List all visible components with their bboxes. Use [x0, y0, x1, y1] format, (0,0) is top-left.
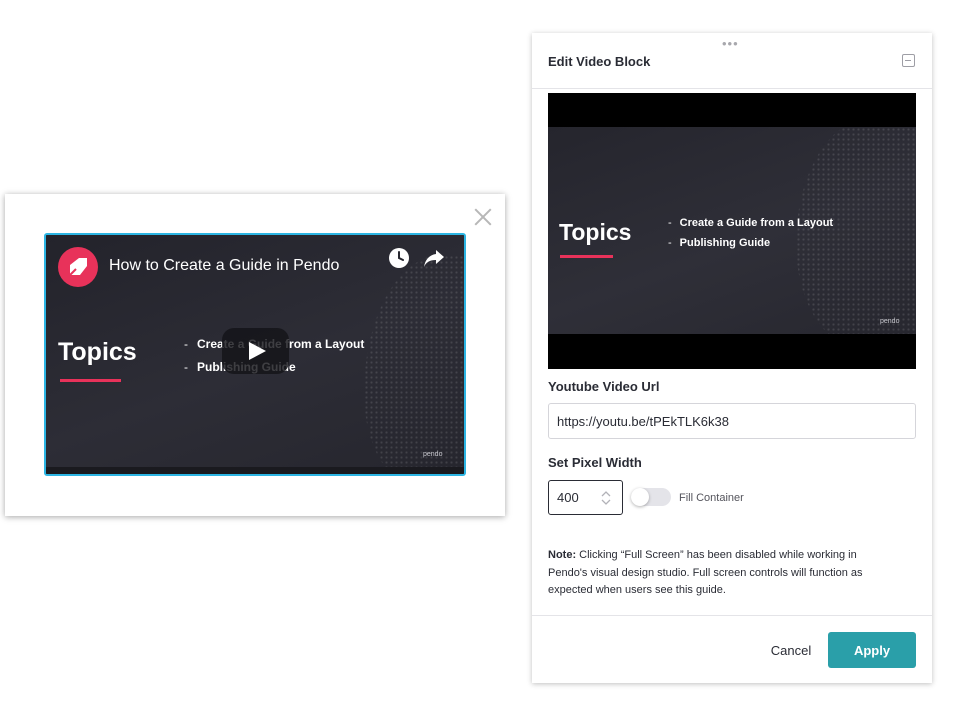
watch-later-icon[interactable]	[388, 247, 410, 269]
fill-container-toggle[interactable]	[631, 488, 671, 506]
guide-preview-card: How to Create a Guide in Pendo Topics -C…	[5, 194, 505, 516]
video-title[interactable]: How to Create a Guide in Pendo	[109, 257, 339, 275]
heading-underline	[560, 255, 613, 258]
close-icon[interactable]	[472, 206, 494, 228]
edit-video-block-panel: ••• Edit Video Block Topics - Create a Gu…	[532, 33, 932, 683]
topic-text: Create a Guide from a Layout	[679, 217, 834, 229]
video-player[interactable]: How to Create a Guide in Pendo Topics -C…	[46, 235, 464, 467]
decrement-icon[interactable]	[601, 499, 611, 507]
video-preview-slide: Topics - Create a Guide from a Layout - Pu…	[548, 127, 916, 334]
topic-item: -Publishing Guide	[668, 237, 771, 249]
panel-title: Edit Video Block	[548, 54, 651, 69]
increment-icon[interactable]	[601, 490, 611, 498]
fill-container-label: Fill Container	[679, 492, 744, 504]
video-preview: Topics - Create a Guide from a Layout - Pu…	[548, 93, 916, 369]
share-icon[interactable]	[423, 248, 445, 268]
full-screen-note: Note: Clicking “Full Screen” has been di…	[548, 547, 898, 600]
topic-text: Publishing Guide	[679, 237, 771, 249]
slide-background-pattern	[364, 255, 464, 467]
note-text: Clicking “Full Screen” has been disabled…	[548, 549, 863, 596]
pixel-width-label: Set Pixel Width	[548, 455, 642, 470]
slide-background-pattern	[796, 127, 916, 334]
apply-button[interactable]: Apply	[828, 632, 916, 668]
heading-underline	[60, 379, 121, 382]
slide-heading: Topics	[58, 338, 137, 366]
video-block[interactable]: How to Create a Guide in Pendo Topics -C…	[44, 233, 466, 476]
pixel-width-input[interactable]	[549, 481, 599, 514]
drag-handle-icon[interactable]: •••	[722, 37, 739, 50]
topic-item: -Create a Guide from a Layout	[668, 217, 834, 229]
pendo-watermark: pendo	[880, 318, 900, 325]
footer-divider	[532, 615, 932, 616]
cancel-button[interactable]: Cancel	[756, 632, 826, 668]
youtube-url-input[interactable]	[548, 403, 916, 439]
pixel-width-stepper[interactable]	[548, 480, 623, 515]
play-icon[interactable]	[222, 328, 289, 374]
video-progress-bar[interactable]	[46, 467, 464, 474]
pendo-logo-icon	[58, 247, 98, 287]
header-divider	[532, 88, 932, 89]
url-field-label: Youtube Video Url	[548, 379, 660, 394]
minimize-icon[interactable]	[902, 54, 915, 67]
pendo-watermark: pendo	[423, 451, 443, 458]
note-prefix: Note:	[548, 549, 577, 561]
slide-heading: Topics	[559, 219, 632, 245]
